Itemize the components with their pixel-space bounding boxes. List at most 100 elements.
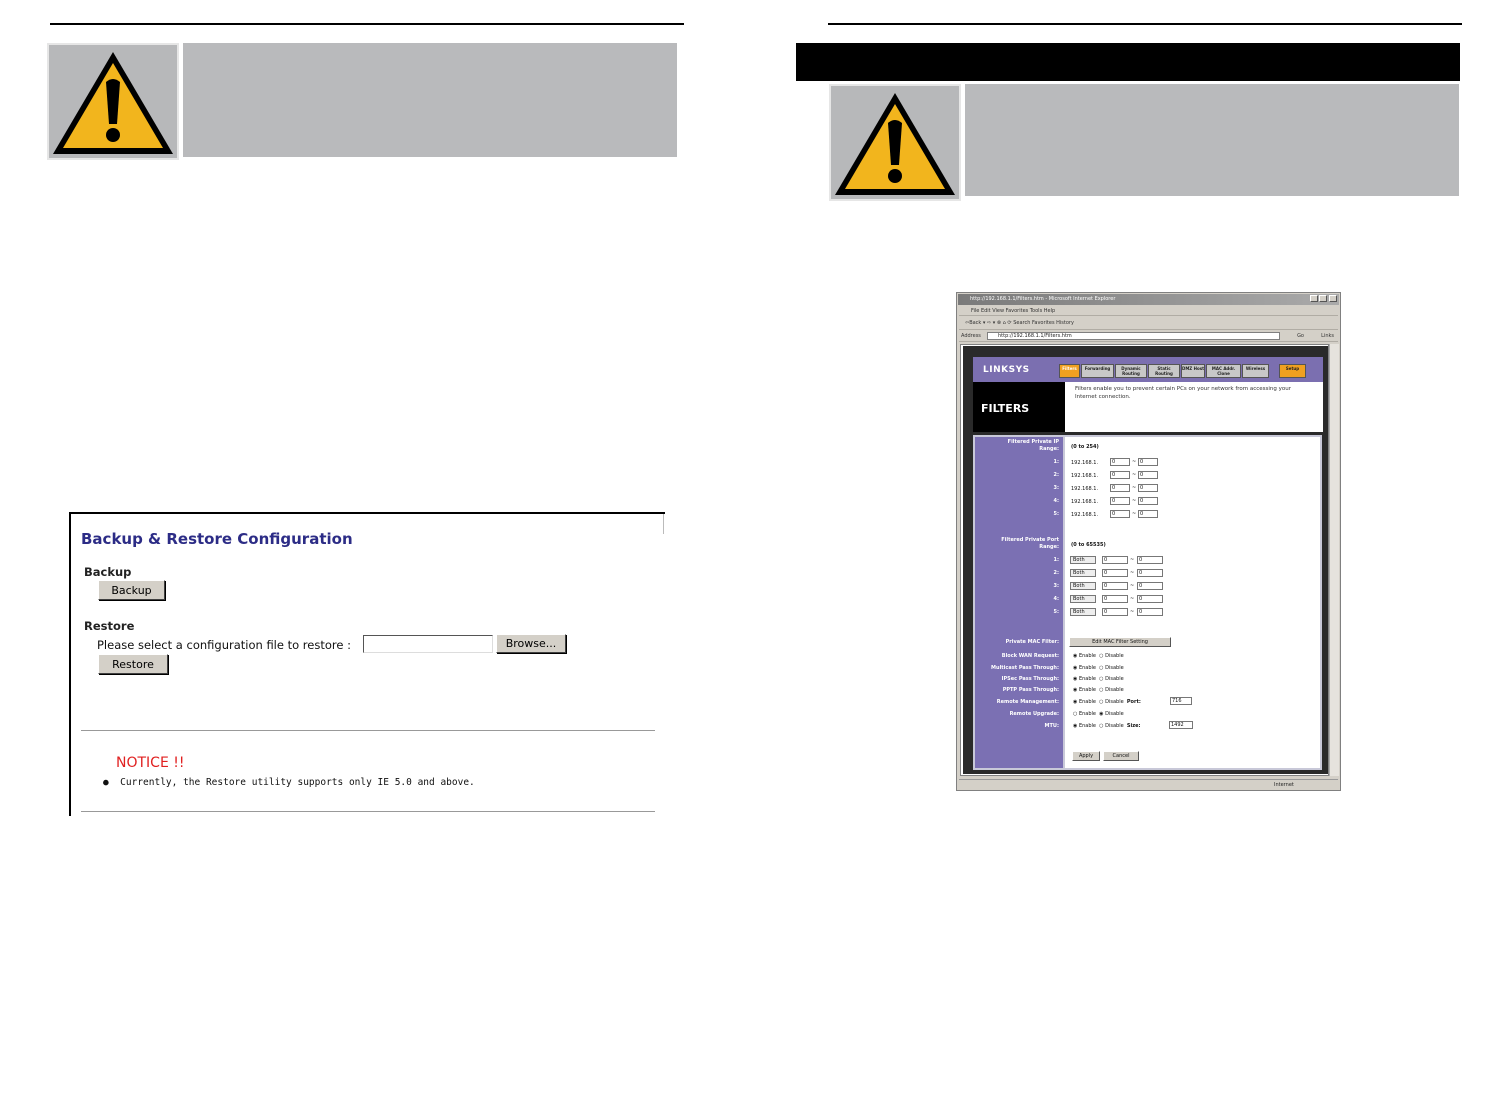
page-title: Backup & Restore Configuration [81, 530, 353, 548]
ip-to-input[interactable]: 0 [1138, 484, 1158, 492]
option-label: MTU: [1044, 723, 1059, 729]
menu-bar[interactable]: File Edit View Favorites Tools Help [959, 306, 1338, 316]
ip-row-label: 4: [1053, 498, 1059, 504]
ip-to-input[interactable]: 0 [1138, 458, 1158, 466]
port-from-input[interactable]: 0 [1102, 569, 1128, 577]
apply-button[interactable]: Apply [1072, 751, 1100, 761]
address-bar: Address http://192.168.1.1/Filters.htm G… [959, 331, 1338, 342]
tab-dynamic-routing[interactable]: Dynamic Routing [1115, 364, 1147, 378]
range-separator: ~ [1130, 557, 1135, 563]
protocol-select[interactable]: Both [1070, 569, 1096, 577]
range-separator: ~ [1130, 596, 1135, 602]
restore-prompt: Please select a configuration file to re… [97, 638, 351, 652]
option-radios[interactable]: ◉ Enable ○ Disable Port: [1073, 699, 1141, 705]
warning-icon [53, 51, 173, 154]
notice-text: Currently, the Restore utility supports … [120, 777, 475, 788]
option-radios[interactable]: ○ Enable ◉ Disable [1073, 711, 1124, 717]
close-button[interactable] [1329, 295, 1337, 302]
ip-from-input[interactable]: 0 [1110, 484, 1130, 492]
port-row-label: 5: [1053, 609, 1059, 615]
range-separator: ~ [1132, 498, 1137, 504]
tab-static-routing[interactable]: Static Routing [1148, 364, 1180, 378]
browser-window-screenshot: http://192.168.1.1/Filters.htm - Microso… [956, 292, 1341, 791]
edit-mac-filter-button[interactable]: Edit MAC Filter Setting [1069, 637, 1171, 647]
tab-filters[interactable]: Filters [1059, 364, 1080, 378]
section-title: FILTERS [981, 402, 1030, 415]
port-to-input[interactable]: 0 [1137, 569, 1163, 577]
port-from-input[interactable]: 0 [1102, 608, 1128, 616]
port-to-input[interactable]: 0 [1137, 595, 1163, 603]
form-labels-panel: Filtered Private IP Range: 1: 2: 3: 4: 5… [973, 435, 1065, 770]
restore-button[interactable]: Restore [98, 654, 168, 674]
section-header-bar [796, 43, 1460, 81]
port-from-input[interactable]: 0 [1102, 556, 1128, 564]
status-bar: Internet [959, 779, 1338, 789]
warning-icon [835, 92, 955, 195]
protocol-select[interactable]: Both [1070, 608, 1096, 616]
vertical-scrollbar[interactable] [1329, 344, 1339, 776]
port-from-input[interactable]: 0 [1102, 595, 1128, 603]
ip-prefix: 192.168.1. [1071, 512, 1099, 518]
maximize-button[interactable] [1319, 295, 1327, 302]
protocol-select[interactable]: Both [1070, 582, 1096, 590]
range-separator: ~ [1132, 511, 1137, 517]
backup-button[interactable]: Backup [98, 580, 165, 600]
port-row-label: 1: [1053, 557, 1059, 563]
tab-wireless[interactable]: Wireless [1242, 364, 1269, 378]
remote-port-input[interactable]: 716 [1170, 697, 1192, 705]
ip-range-hint: (0 to 254) [1071, 444, 1099, 450]
ip-from-input[interactable]: 0 [1110, 471, 1130, 479]
left-warning-box [47, 43, 677, 160]
option-label: Remote Management: [996, 699, 1059, 705]
right-page-top-rule [828, 23, 1462, 25]
port-from-input[interactable]: 0 [1102, 582, 1128, 590]
ip-range-label: Filtered Private IP Range: [1007, 439, 1059, 452]
port-row-label: 4: [1053, 596, 1059, 602]
links-button[interactable]: Links [1321, 333, 1334, 339]
ip-to-input[interactable]: 0 [1138, 497, 1158, 505]
mtu-size-input[interactable]: 1492 [1169, 721, 1193, 729]
linksys-logo: LINKSYS [983, 365, 1030, 375]
cancel-button[interactable]: Cancel [1103, 751, 1139, 761]
port-to-input[interactable]: 0 [1137, 556, 1163, 564]
ip-to-input[interactable]: 0 [1138, 471, 1158, 479]
ip-from-input[interactable]: 0 [1110, 510, 1130, 518]
port-range-hint: (0 to 65535) [1071, 542, 1106, 548]
address-input[interactable]: http://192.168.1.1/Filters.htm [987, 332, 1280, 340]
option-radios[interactable]: ◉ Enable ○ Disable [1073, 653, 1124, 659]
ip-from-input[interactable]: 0 [1110, 497, 1130, 505]
minimize-button[interactable] [1310, 295, 1318, 302]
form-fields-panel: (0 to 254) 192.168.1. 0 ~ 0 192.168.1. 0… [1065, 435, 1322, 770]
option-radios[interactable]: ◉ Enable ○ Disable [1073, 687, 1124, 693]
ip-from-input[interactable]: 0 [1110, 458, 1130, 466]
tab-setup[interactable]: Setup [1279, 364, 1306, 378]
port-to-input[interactable]: 0 [1137, 608, 1163, 616]
port-range-label: Filtered Private Port Range: [1001, 537, 1059, 550]
option-radios[interactable]: ◉ Enable ○ Disable Size: [1073, 723, 1141, 729]
linksys-page: LINKSYS Filters Forwarding Dynamic Routi… [963, 346, 1328, 774]
go-button[interactable]: Go [1297, 333, 1304, 339]
notice-item: ● Currently, the Restore utility support… [103, 777, 475, 788]
range-separator: ~ [1130, 609, 1135, 615]
tab-mac-addr-clone[interactable]: MAC Addr. Clone [1206, 364, 1241, 378]
notice-title: NOTICE !! [116, 755, 185, 771]
tab-dmz-host[interactable]: DMZ Host [1181, 364, 1205, 378]
backup-heading: Backup [84, 565, 132, 579]
tab-forwarding[interactable]: Forwarding [1081, 364, 1114, 378]
left-page-top-rule [50, 23, 684, 25]
browse-button[interactable]: Browse... [496, 634, 566, 653]
option-label: IPSec Pass Through: [1001, 676, 1059, 682]
ip-prefix: 192.168.1. [1071, 486, 1099, 492]
ip-to-input[interactable]: 0 [1138, 510, 1158, 518]
range-separator: ~ [1132, 485, 1137, 491]
file-path-input[interactable] [363, 635, 493, 653]
toolbar[interactable]: ⇦Back ▾ ⇨ ▾ ⊗ ⌂ ⟳ Search Favorites Histo… [959, 317, 1338, 330]
section-description: Filters enable you to prevent certain PC… [1065, 382, 1323, 432]
option-radios[interactable]: ◉ Enable ○ Disable [1073, 676, 1124, 682]
protocol-select[interactable]: Both [1070, 595, 1096, 603]
port-row-label: 3: [1053, 583, 1059, 589]
divider [663, 514, 664, 534]
port-to-input[interactable]: 0 [1137, 582, 1163, 590]
option-radios[interactable]: ◉ Enable ○ Disable [1073, 665, 1124, 671]
protocol-select[interactable]: Both [1070, 556, 1096, 564]
